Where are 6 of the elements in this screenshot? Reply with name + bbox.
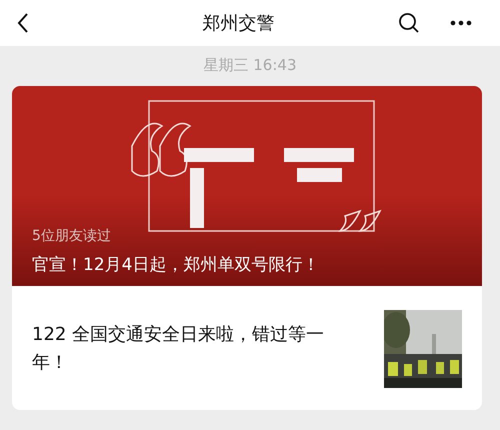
article-card[interactable]: 5位朋友读过 官宣！12月4日起，郑州单双号限行！ 122 全国交通安全日来啦，错过等一年！ [12, 86, 482, 410]
read-count: 5位朋友读过 [32, 227, 112, 245]
article-title: 官宣！12月4日起，郑州单双号限行！ [32, 254, 320, 276]
timestamp: 星期三 16:43 [202, 55, 298, 76]
article-title: 122 全国交通安全日来啦，错过等一年！ [32, 323, 326, 375]
window-title: 郑州交警 [202, 12, 276, 35]
